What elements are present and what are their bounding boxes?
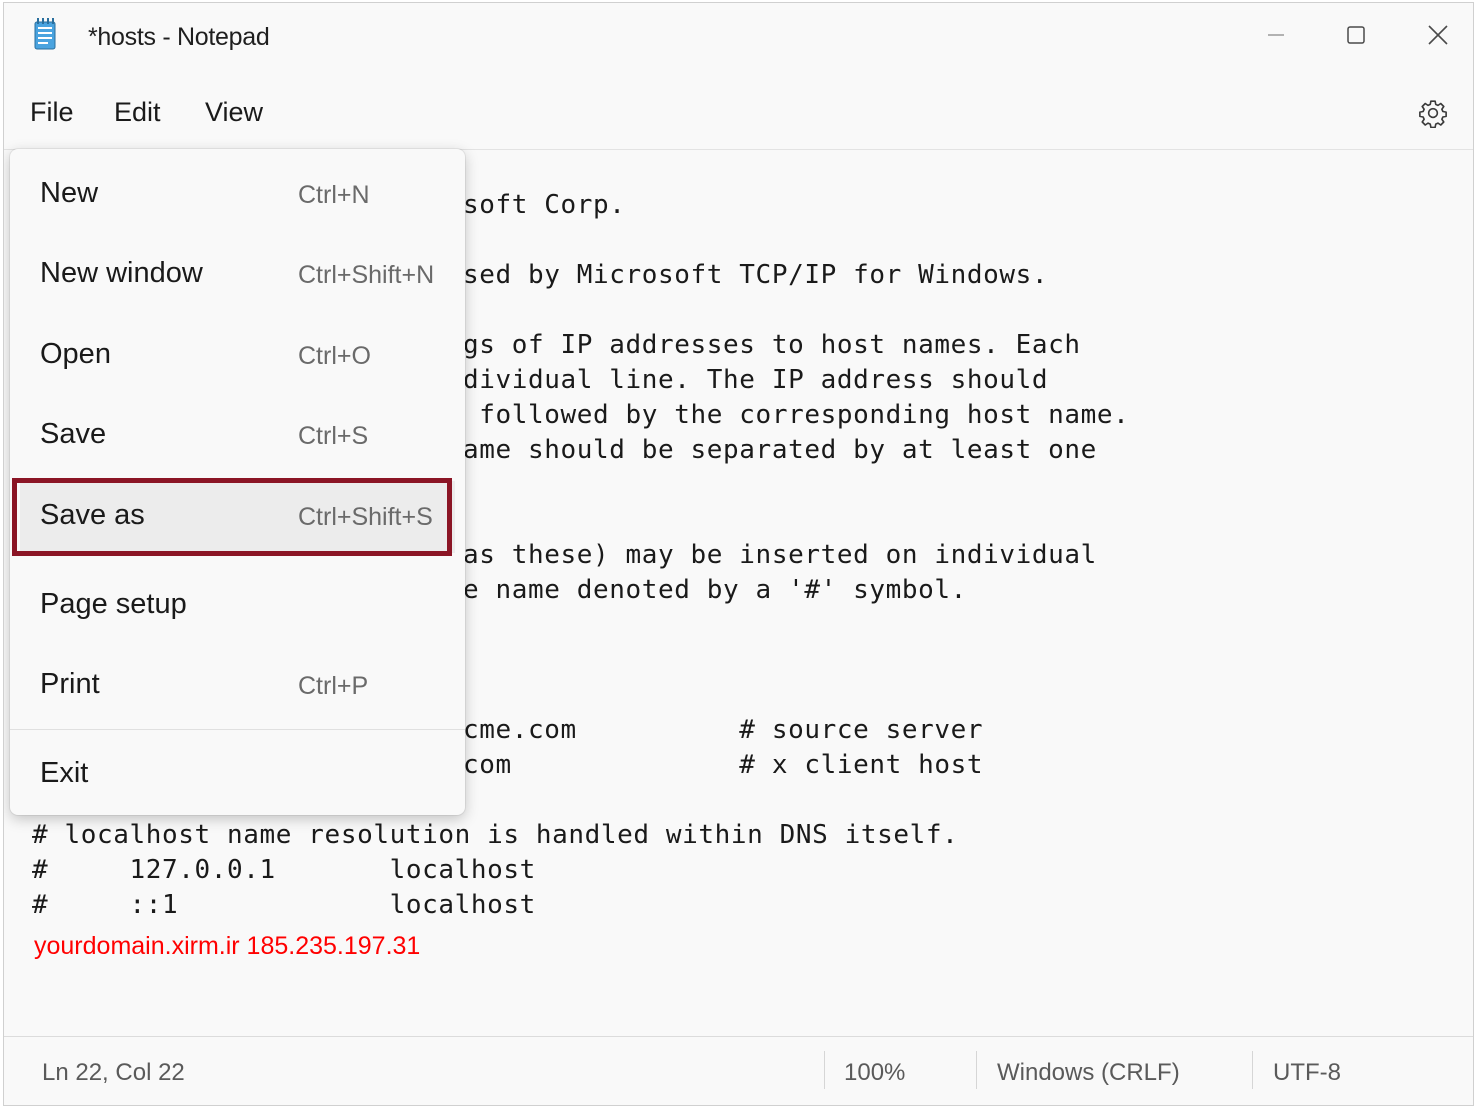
custom-host-entry: yourdomain.xirm.ir 185.235.197.31 xyxy=(34,932,421,960)
menu-item-open[interactable]: Open Ctrl+O xyxy=(10,320,465,392)
menu-item-new[interactable]: New Ctrl+N xyxy=(10,159,465,231)
editor-line: # localhost name resolution is handled w… xyxy=(32,820,959,850)
settings-button[interactable] xyxy=(1413,93,1453,133)
editor-line: gs of IP addresses to host names. Each xyxy=(463,330,1081,360)
gear-icon xyxy=(1419,100,1447,128)
menu-file[interactable]: File xyxy=(26,97,78,128)
menu-item-label: Open xyxy=(40,338,111,370)
close-button[interactable] xyxy=(1416,15,1460,55)
encoding[interactable]: UTF-8 xyxy=(1273,1059,1341,1087)
editor-line: com # x client host xyxy=(463,750,984,780)
menu-item-print[interactable]: Print Ctrl+P xyxy=(10,650,465,722)
menu-item-label: New xyxy=(40,177,99,209)
menu-item-shortcut: Ctrl+N xyxy=(298,181,370,209)
zoom-level[interactable]: 100% xyxy=(844,1059,905,1087)
editor-line: as these) may be inserted on individual xyxy=(463,540,1097,570)
editor-line: soft Corp. xyxy=(463,190,626,220)
menu-item-label: Page setup xyxy=(40,588,187,620)
menu-view[interactable]: View xyxy=(201,97,267,128)
editor-line: ame should be separated by at least one xyxy=(463,435,1097,465)
menu-item-save[interactable]: Save Ctrl+S xyxy=(10,400,465,472)
menu-bar: File Edit View xyxy=(4,83,1473,143)
menu-item-label: Print xyxy=(40,668,100,700)
editor-line: # ::1 localhost xyxy=(32,890,536,920)
minimize-button[interactable] xyxy=(1254,15,1298,55)
status-divider xyxy=(976,1051,977,1089)
menu-separator xyxy=(10,729,465,730)
menu-item-label: Exit xyxy=(40,757,89,789)
editor-line: # 127.0.0.1 localhost xyxy=(32,855,536,885)
menu-item-shortcut: Ctrl+P xyxy=(298,672,369,700)
menu-item-label: Save xyxy=(40,418,107,450)
close-icon xyxy=(1428,25,1448,45)
editor-line: e name denoted by a '#' symbol. xyxy=(463,575,967,605)
window-title: *hosts - Notepad xyxy=(88,23,270,51)
save-as-highlight-box xyxy=(12,478,452,556)
menu-item-new-window[interactable]: New window Ctrl+Shift+N xyxy=(10,239,465,311)
cursor-position: Ln 22, Col 22 xyxy=(42,1059,185,1086)
editor-line: sed by Microsoft TCP/IP for Windows. xyxy=(463,260,1049,290)
menu-item-shortcut: Ctrl+Shift+N xyxy=(298,261,435,289)
minimize-icon xyxy=(1268,34,1284,36)
menu-item-shortcut: Ctrl+O xyxy=(298,342,371,370)
status-bar: Ln 22, Col 22 100% Windows (CRLF) UTF-8 xyxy=(4,1036,1473,1105)
notepad-app-icon xyxy=(34,18,56,50)
editor-line: followed by the corresponding host name. xyxy=(463,400,1130,430)
editor-line: dividual line. The IP address should xyxy=(463,365,1049,395)
menu-item-exit[interactable]: Exit xyxy=(10,739,465,811)
menu-item-page-setup[interactable]: Page setup xyxy=(10,570,465,642)
status-divider xyxy=(824,1051,825,1089)
maximize-icon xyxy=(1347,26,1365,44)
status-divider xyxy=(1252,1051,1253,1089)
menu-item-label: New window xyxy=(40,257,203,289)
menu-edit[interactable]: Edit xyxy=(110,97,165,128)
title-bar[interactable]: *hosts - Notepad xyxy=(4,3,1473,71)
maximize-button[interactable] xyxy=(1334,15,1378,55)
editor-line: cme.com # source server xyxy=(463,715,984,745)
menu-item-shortcut: Ctrl+S xyxy=(298,422,369,450)
line-ending[interactable]: Windows (CRLF) xyxy=(997,1059,1180,1087)
